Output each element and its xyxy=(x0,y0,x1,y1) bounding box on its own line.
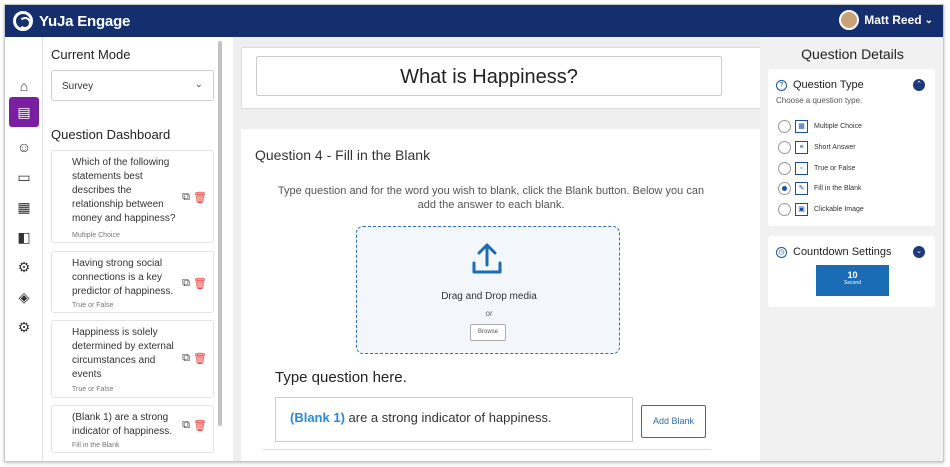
title-panel: What is Happiness? xyxy=(241,47,762,109)
copy-icon[interactable]: ⧉ xyxy=(182,352,190,365)
add-blank-button[interactable]: Add Blank xyxy=(641,405,706,438)
question-type-heading: Question Type xyxy=(793,79,864,91)
type-question-label: Type question here. xyxy=(275,369,407,386)
radio-button[interactable] xyxy=(778,182,791,195)
list-item[interactable]: Having strong social connections is a ke… xyxy=(51,251,214,313)
scrollbar[interactable] xyxy=(218,41,222,426)
mode-select[interactable]: Survey ⌄ xyxy=(51,70,214,101)
app-window: YuJa Engage Matt Reed ⌄ ⌂ ▤ ☺ ▭ ▦ ◧ ⚙ ◈ … xyxy=(4,4,944,462)
type-option-clickable-image[interactable]: ▣ Clickable Image xyxy=(778,203,864,216)
countdown-card: ◷ Countdown Settings ⌄ 10 Second xyxy=(768,236,935,307)
radio-button[interactable] xyxy=(778,141,791,154)
question-text-input[interactable]: (Blank 1) are a strong indicator of happ… xyxy=(275,397,633,442)
brand-name: YuJa Engage xyxy=(39,12,131,30)
yuja-logo-icon xyxy=(13,11,33,31)
editor-area: What is Happiness? Question 4 - Fill in … xyxy=(233,37,762,461)
current-mode-heading: Current Mode xyxy=(51,47,131,62)
question-text: (Blank 1) are a strong indicator of happ… xyxy=(72,412,173,437)
chevron-up-icon[interactable]: ⌃ xyxy=(913,79,925,91)
or-text: or xyxy=(485,309,493,318)
trash-icon[interactable]: 🗑 xyxy=(193,419,207,432)
bookmark-icon[interactable]: ◧ xyxy=(12,225,36,249)
chevron-down-icon[interactable]: ⌄ xyxy=(913,246,925,258)
instructions-text: Type question and for the word you wish … xyxy=(277,185,705,211)
option-label: True or False xyxy=(814,165,856,172)
question-text: Having strong social connections is a ke… xyxy=(72,258,174,297)
countdown-heading: Countdown Settings xyxy=(793,246,892,258)
question-type: True or False xyxy=(72,302,114,309)
question-sidebar: Current Mode Survey ⌄ Question Dashboard… xyxy=(43,37,223,461)
question-text: Happiness is solely determined by extern… xyxy=(72,327,174,380)
timer-icon: ◷ xyxy=(776,246,787,258)
list-item[interactable]: Which of the following statements best d… xyxy=(51,150,214,243)
trash-icon[interactable]: 🗑 xyxy=(193,277,207,290)
users-icon[interactable]: ☺ xyxy=(12,135,36,159)
chevron-down-icon: ⌄ xyxy=(924,14,933,26)
tag-icon[interactable]: ◈ xyxy=(12,285,36,309)
countdown-value: 10 xyxy=(847,270,858,280)
copy-icon[interactable]: ⧉ xyxy=(182,277,190,290)
countdown-unit: Second xyxy=(844,280,861,286)
question-details-panel: Question Details ? Question Type ⌃ Choose… xyxy=(760,37,943,461)
list-item[interactable]: (Blank 1) are a strong indicator of happ… xyxy=(51,405,214,453)
question-type: True or False xyxy=(72,386,114,393)
media-dropzone[interactable]: Drag and Drop media or Browse xyxy=(356,226,620,354)
text-icon: ≡ xyxy=(795,141,808,154)
edit-icon: ✎ xyxy=(795,182,808,195)
type-option-multiple-choice[interactable]: ▦ Multiple Choice xyxy=(778,120,862,133)
option-label: Fill in the Blank xyxy=(814,185,862,192)
toggle-icon: ▫ xyxy=(795,162,808,175)
radio-button[interactable] xyxy=(778,162,791,175)
image-icon: ▣ xyxy=(795,203,808,216)
question-text-rest: are a strong indicator of happiness. xyxy=(344,410,552,425)
question-heading: Question 4 - Fill in the Blank xyxy=(255,147,431,163)
browse-button[interactable]: Browse xyxy=(470,324,506,341)
top-bar: YuJa Engage Matt Reed ⌄ xyxy=(5,5,943,37)
polls-icon[interactable]: ▤ xyxy=(9,97,39,127)
type-option-short-answer[interactable]: ≡ Short Answer xyxy=(778,141,856,154)
question-type: Multiple Choice xyxy=(72,232,120,239)
user-menu[interactable]: Matt Reed ⌄ xyxy=(839,10,933,30)
option-label: Multiple Choice xyxy=(814,123,862,130)
details-title: Question Details xyxy=(801,46,904,62)
divider xyxy=(263,449,711,450)
settings-icon[interactable]: ⚙ xyxy=(12,315,36,339)
integrations-icon[interactable]: ⚙ xyxy=(12,255,36,279)
question-type-card: ? Question Type ⌃ Choose a question type.… xyxy=(768,69,935,226)
presentation-icon[interactable]: ▦ xyxy=(12,195,36,219)
question-panel: Question 4 - Fill in the Blank Type ques… xyxy=(241,129,762,461)
analytics-icon[interactable]: ▭ xyxy=(12,165,36,189)
question-text: Which of the following statements best d… xyxy=(72,157,176,224)
drop-text: Drag and Drop media xyxy=(441,291,537,302)
avatar xyxy=(839,10,860,30)
poll-title-input[interactable]: What is Happiness? xyxy=(256,56,722,96)
chevron-down-icon: ⌄ xyxy=(194,79,203,90)
blank-token[interactable]: (Blank 1) xyxy=(290,410,345,425)
question-type: Fill in the Blank xyxy=(72,442,120,449)
home-icon[interactable]: ⌂ xyxy=(12,74,36,98)
question-dashboard-heading: Question Dashboard xyxy=(51,127,171,142)
countdown-value-button[interactable]: 10 Second xyxy=(816,265,889,296)
icon-rail: ⌂ ▤ ☺ ▭ ▦ ◧ ⚙ ◈ ⚙ xyxy=(5,37,43,461)
question-icon: ? xyxy=(776,79,787,91)
mode-select-value: Survey xyxy=(62,81,94,92)
grid-icon: ▦ xyxy=(795,120,808,133)
list-item[interactable]: Happiness is solely determined by extern… xyxy=(51,320,214,398)
option-label: Short Answer xyxy=(814,144,856,151)
copy-icon[interactable]: ⧉ xyxy=(182,419,190,432)
question-type-subtitle: Choose a question type. xyxy=(776,96,863,105)
trash-icon[interactable]: 🗑 xyxy=(193,191,207,204)
option-label: Clickable Image xyxy=(814,206,864,213)
radio-button[interactable] xyxy=(778,120,791,133)
type-option-fill-blank[interactable]: ✎ Fill in the Blank xyxy=(778,182,861,195)
copy-icon[interactable]: ⧉ xyxy=(182,191,190,204)
user-name: Matt Reed xyxy=(864,13,922,27)
trash-icon[interactable]: 🗑 xyxy=(193,352,207,365)
upload-icon xyxy=(472,243,502,274)
type-option-true-false[interactable]: ▫ True or False xyxy=(778,162,855,175)
radio-button[interactable] xyxy=(778,203,791,216)
